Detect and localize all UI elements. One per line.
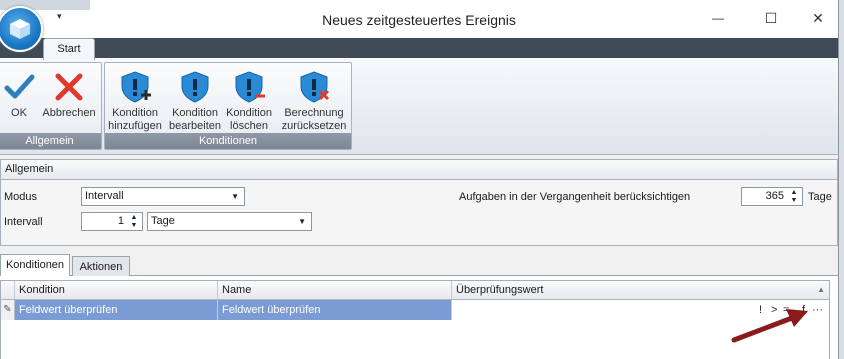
abbrechen-label: Abbrechen [42, 107, 96, 119]
chevron-down-icon: ▼ [298, 217, 306, 226]
modus-label: Modus [4, 191, 38, 203]
vergangenheit-unit: Tage [808, 191, 832, 203]
scroll-up-icon[interactable]: ▲ [817, 285, 825, 294]
kondition-bearbeiten-button[interactable]: Kondition bearbeiten [166, 67, 224, 133]
spinner-arrows-icon[interactable]: ▲ ▼ [788, 189, 800, 205]
column-header-kondition[interactable]: Kondition [15, 281, 218, 299]
ribbon-group-label-allgemein: Allgemein [0, 133, 101, 149]
tab-konditionen[interactable]: Konditionen [0, 254, 70, 276]
ribbon-group-label-konditionen: Konditionen [105, 133, 351, 149]
checkmark-icon [4, 74, 35, 99]
tab-start[interactable]: Start [43, 38, 95, 60]
intervall-unit-value: Tage [151, 215, 175, 227]
kondition-bearbeiten-label-1: Kondition [172, 107, 218, 119]
column-header-ueberpruefungswert[interactable]: Überprüfungswert [452, 281, 829, 299]
berechnung-zuruecksetzen-button[interactable]: Berechnung zurücksetzen [279, 67, 349, 133]
chevron-down-icon: ▼ [231, 192, 239, 201]
vergangenheit-label: Aufgaben in der Vergangenheit berücksich… [459, 191, 691, 203]
ribbon-group-konditionen: Kondition hinzufügen Kondition bearbeite… [104, 62, 352, 150]
berechnung-zuruecksetzen-label-1: Berechnung [284, 107, 344, 119]
minimize-icon: — [712, 11, 724, 25]
modus-dropdown[interactable]: Intervall ▼ [81, 187, 245, 206]
maximize-icon: ☐ [764, 9, 778, 26]
shield-add-icon [121, 71, 151, 103]
shield-remove-icon [235, 71, 265, 103]
row-indicator-header [1, 281, 15, 299]
column-header-name[interactable]: Name [218, 281, 452, 299]
intervall-value: 1 [117, 215, 124, 227]
ribbon-group-allgemein: OK Abbrechen Allgemein [0, 62, 102, 150]
kondition-loeschen-label-2: löschen [230, 120, 268, 132]
intervall-spinner[interactable]: 1 ▲ ▼ [81, 212, 143, 231]
annotation-arrow-icon [731, 309, 808, 343]
edit-pencil-icon: ✎ [1, 300, 15, 320]
kondition-bearbeiten-label-2: bearbeiten [169, 120, 221, 132]
vergangenheit-spinner[interactable]: 365 ▲ ▼ [741, 187, 803, 206]
abbrechen-button[interactable]: Abbrechen [40, 67, 98, 133]
grid-header: Kondition Name Überprüfungswert ▲ [1, 281, 829, 300]
close-icon: ✕ [812, 9, 824, 26]
modus-value: Intervall [85, 190, 124, 202]
intervall-unit-dropdown[interactable]: Tage ▼ [147, 212, 312, 231]
table-row[interactable]: ✎ Feldwert überprüfen Feldwert überprüfe… [1, 300, 829, 320]
allgemein-header: Allgemein [1, 160, 837, 180]
cell-name[interactable]: Feldwert überprüfen [218, 300, 452, 320]
shield-edit-icon [181, 71, 209, 103]
maximize-button[interactable]: ☐ [757, 6, 785, 30]
tab-aktionen[interactable]: Aktionen [72, 256, 130, 276]
dialog-window: ▾ Neues zeitgesteuertes Ereignis — ☐ ✕ S… [0, 0, 839, 359]
close-button[interactable]: ✕ [804, 6, 832, 30]
kondition-hinzufuegen-label-1: Kondition [112, 107, 158, 119]
kondition-hinzufuegen-label-2: hinzufügen [108, 120, 162, 132]
ribbon-tab-row [0, 38, 838, 58]
ribbon: OK Abbrechen Allgemein Kondition hinzufü… [0, 58, 838, 155]
allgemein-panel: Allgemein Modus Intervall ▼ Intervall 1 … [0, 159, 838, 246]
kondition-hinzufuegen-button[interactable]: Kondition hinzufügen [106, 67, 164, 133]
minimize-button[interactable]: — [704, 6, 732, 30]
ok-button[interactable]: OK [0, 67, 38, 133]
spinner-arrows-icon[interactable]: ▲ ▼ [128, 214, 140, 230]
shield-reset-icon [300, 71, 330, 103]
cancel-x-icon [55, 73, 83, 101]
konditionen-grid: Kondition Name Überprüfungswert ▲ ✎ Feld… [0, 280, 830, 359]
kondition-loeschen-button[interactable]: Kondition löschen [224, 67, 274, 133]
cube-logo-icon [10, 19, 30, 39]
intervall-label: Intervall [4, 216, 43, 228]
title-bar: ▾ Neues zeitgesteuertes Ereignis — ☐ ✕ [0, 0, 838, 38]
cell-kondition[interactable]: Feldwert überprüfen [15, 300, 218, 320]
vergangenheit-value: 365 [765, 190, 784, 202]
berechnung-zuruecksetzen-label-2: zurücksetzen [281, 120, 347, 132]
ok-label: OK [11, 107, 27, 119]
kondition-loeschen-label-1: Kondition [226, 107, 272, 119]
